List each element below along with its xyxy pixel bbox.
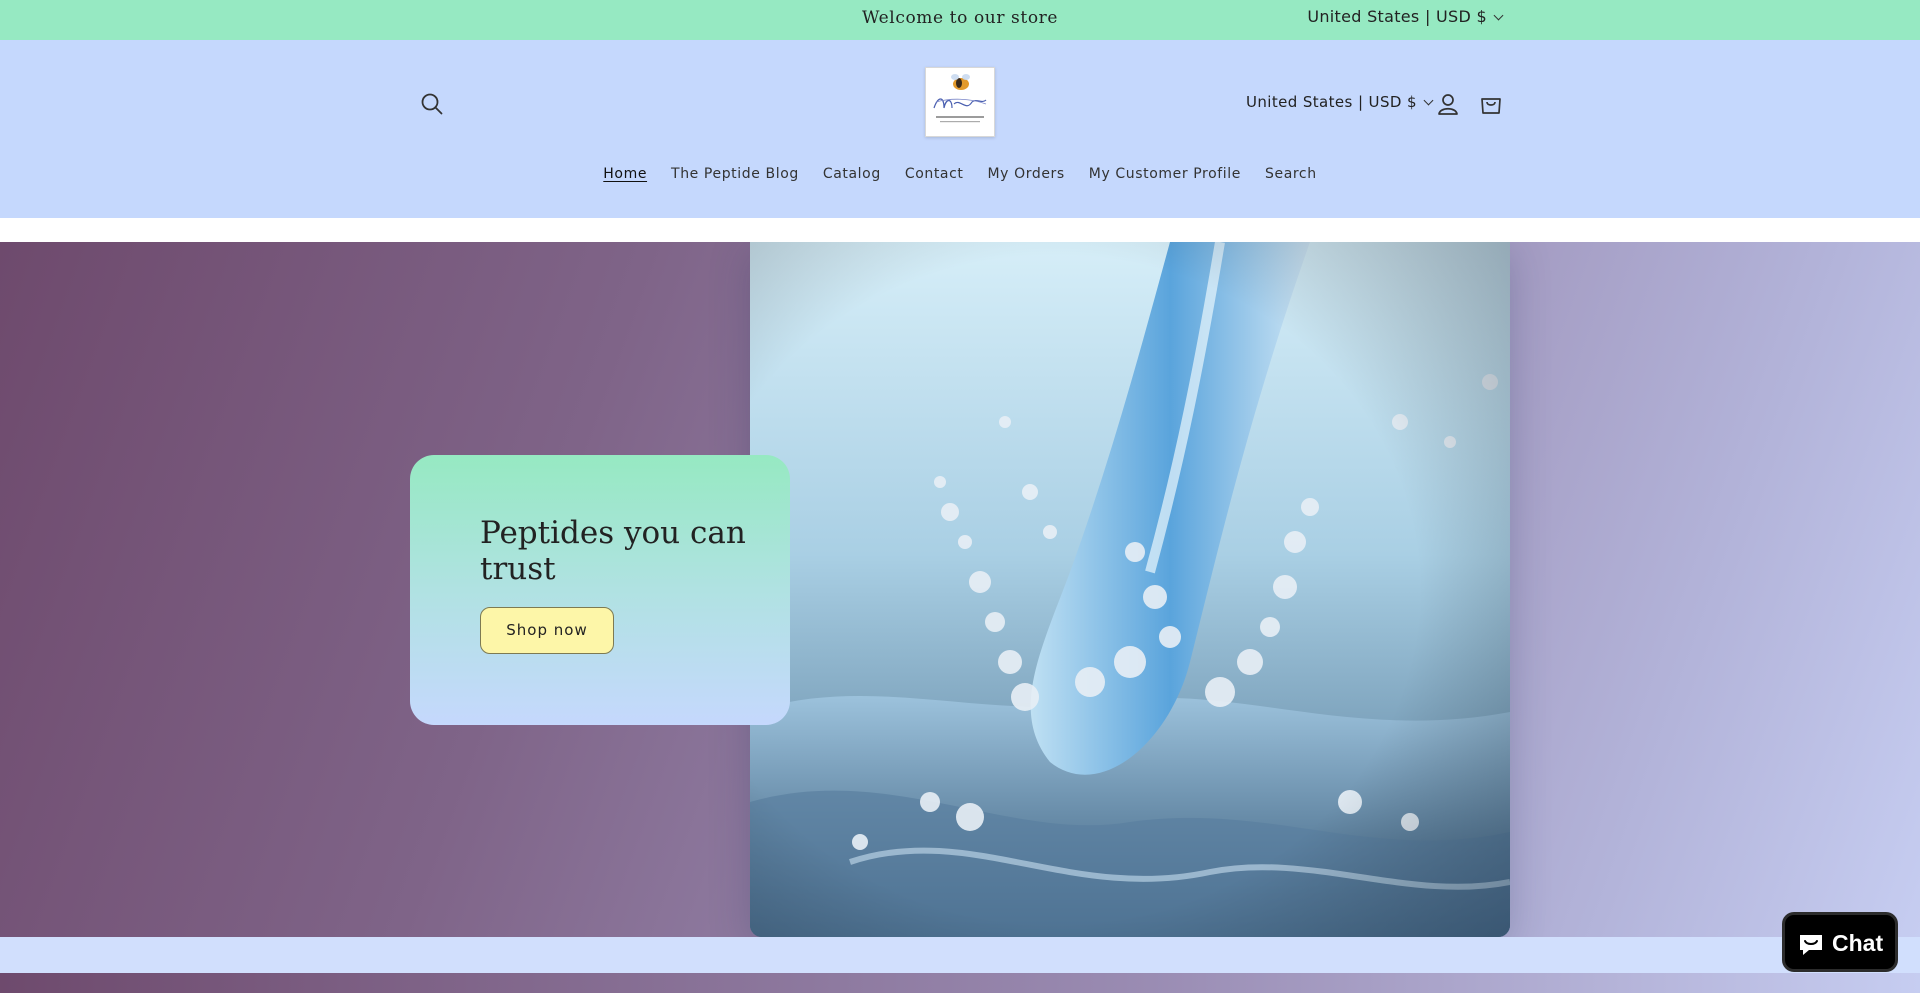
- divider: [0, 218, 1920, 242]
- nav-item-my-orders[interactable]: My Orders: [976, 166, 1077, 182]
- hero-banner: Peptides you can trust Shop now: [0, 242, 1920, 937]
- search-icon[interactable]: [419, 91, 445, 117]
- section-spacer: [0, 937, 1920, 973]
- header-locale-label: United States | USD $: [1246, 93, 1417, 111]
- announcement-bar: Welcome to our store United States | USD…: [0, 0, 1920, 40]
- nav-item-search[interactable]: Search: [1253, 166, 1329, 182]
- nav-item-catalog[interactable]: Catalog: [811, 166, 893, 182]
- store-logo[interactable]: [925, 67, 995, 137]
- main-nav: Home The Peptide Blog Catalog Contact My…: [0, 166, 1920, 182]
- nav-item-peptide-blog[interactable]: The Peptide Blog: [659, 166, 811, 182]
- hero-heading: Peptides you can trust: [480, 515, 746, 587]
- nav-item-contact[interactable]: Contact: [893, 166, 976, 182]
- announcement-locale-label: United States | USD $: [1307, 7, 1487, 26]
- chevron-down-icon: [1493, 10, 1504, 21]
- announcement-text: Welcome to our store: [861, 8, 1059, 28]
- account-icon[interactable]: [1435, 91, 1461, 117]
- cart-icon[interactable]: [1478, 91, 1504, 117]
- chat-label: Chat: [1832, 930, 1884, 956]
- next-section-preview: [0, 973, 1920, 993]
- nav-item-customer-profile[interactable]: My Customer Profile: [1077, 166, 1253, 182]
- hero-image: [750, 242, 1510, 937]
- header-locale-selector[interactable]: United States | USD $: [1246, 93, 1434, 111]
- site-header: United States | USD $ Home The Peptide B…: [0, 40, 1920, 218]
- chat-bubble-icon: [1797, 932, 1825, 958]
- hero-text-card: Peptides you can trust Shop now: [410, 455, 790, 725]
- announcement-locale-selector[interactable]: United States | USD $: [1307, 7, 1504, 26]
- chat-button[interactable]: Chat: [1782, 912, 1898, 972]
- chevron-down-icon: [1423, 95, 1434, 106]
- shop-now-button[interactable]: Shop now: [480, 607, 614, 654]
- nav-item-home[interactable]: Home: [591, 166, 659, 182]
